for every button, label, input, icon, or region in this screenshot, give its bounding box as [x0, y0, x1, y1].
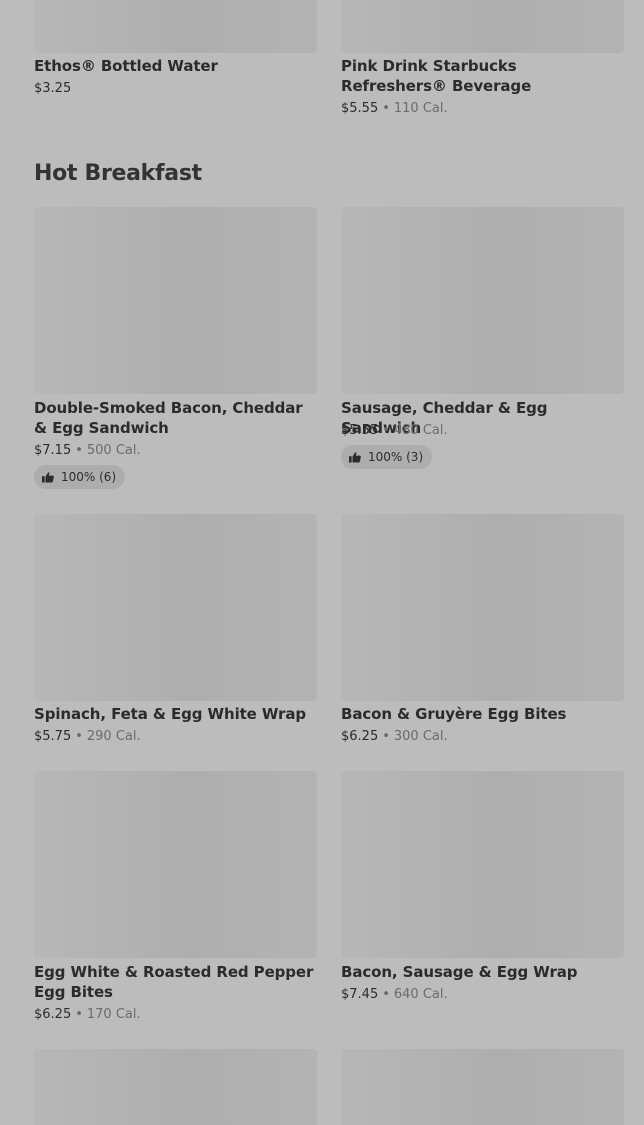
- item-price: $7.15: [34, 443, 72, 458]
- item-name[interactable]: Pink Drink Starbucks Refreshers® Beverag…: [341, 56, 624, 96]
- item-name[interactable]: Ethos® Bottled Water: [34, 56, 317, 76]
- item-price: $6.25: [341, 729, 379, 744]
- item-price: $5.75: [34, 729, 72, 744]
- rating-badge: 100% (3): [341, 445, 433, 469]
- item-price: $3.25: [34, 81, 72, 96]
- item-image[interactable]: [341, 771, 624, 958]
- item-name[interactable]: Spinach, Feta & Egg White Wrap: [34, 704, 317, 724]
- item-calories: 300 Cal.: [393, 729, 448, 744]
- item-price-row: $5.75 • 290 Cal.: [34, 728, 141, 746]
- item-price-row: $3.25: [34, 80, 71, 98]
- item-name[interactable]: Double-Smoked Bacon, Cheddar & Egg Sandw…: [34, 398, 317, 438]
- item-image[interactable]: [341, 207, 624, 394]
- rating-text: 100% (6): [61, 470, 117, 484]
- item-price: $7.45: [341, 987, 379, 1002]
- item-price-row: $6.25 • 300 Cal.: [341, 728, 448, 746]
- rating-badge: 100% (6): [34, 465, 126, 489]
- item-price-row: $7.15 • 500 Cal.: [34, 442, 141, 460]
- item-calories: 480 Cal.: [393, 423, 448, 438]
- item-price-row: $5.55 • 480 Cal.: [341, 422, 448, 440]
- meta-separator: •: [75, 1007, 83, 1022]
- item-calories: 170 Cal.: [86, 1007, 141, 1022]
- item-price: $5.55: [341, 423, 379, 438]
- meta-separator: •: [382, 423, 390, 438]
- item-calories: 640 Cal.: [393, 987, 448, 1002]
- meta-separator: •: [382, 101, 390, 116]
- section-title: Hot Breakfast: [34, 161, 202, 186]
- item-price-row: $7.45 • 640 Cal.: [341, 986, 448, 1004]
- item-image[interactable]: [341, 1049, 624, 1125]
- rating-text: 100% (3): [368, 450, 424, 464]
- item-image[interactable]: [341, 0, 624, 53]
- item-image[interactable]: [34, 771, 317, 958]
- item-calories: 500 Cal.: [86, 443, 141, 458]
- item-name[interactable]: Bacon & Gruyère Egg Bites: [341, 704, 624, 724]
- meta-separator: •: [75, 729, 83, 744]
- item-price: $5.55: [341, 101, 379, 116]
- item-price-row: $6.25 • 170 Cal.: [34, 1006, 141, 1024]
- item-image[interactable]: [34, 0, 317, 53]
- item-price: $6.25: [34, 1007, 72, 1022]
- thumbs-up-icon: [42, 471, 61, 483]
- meta-separator: •: [382, 729, 390, 744]
- item-calories: 110 Cal.: [393, 101, 448, 116]
- item-name[interactable]: Bacon, Sausage & Egg Wrap: [341, 962, 624, 982]
- meta-separator: •: [75, 443, 83, 458]
- item-image[interactable]: [341, 514, 624, 701]
- thumbs-up-icon: [349, 451, 368, 463]
- item-price-row: $5.55 • 110 Cal.: [341, 100, 448, 118]
- item-calories: 290 Cal.: [86, 729, 141, 744]
- item-name[interactable]: Egg White & Roasted Red Pepper Egg Bites: [34, 962, 317, 1002]
- item-image[interactable]: [34, 514, 317, 701]
- item-image[interactable]: [34, 207, 317, 394]
- item-image[interactable]: [34, 1049, 317, 1125]
- meta-separator: •: [382, 987, 390, 1002]
